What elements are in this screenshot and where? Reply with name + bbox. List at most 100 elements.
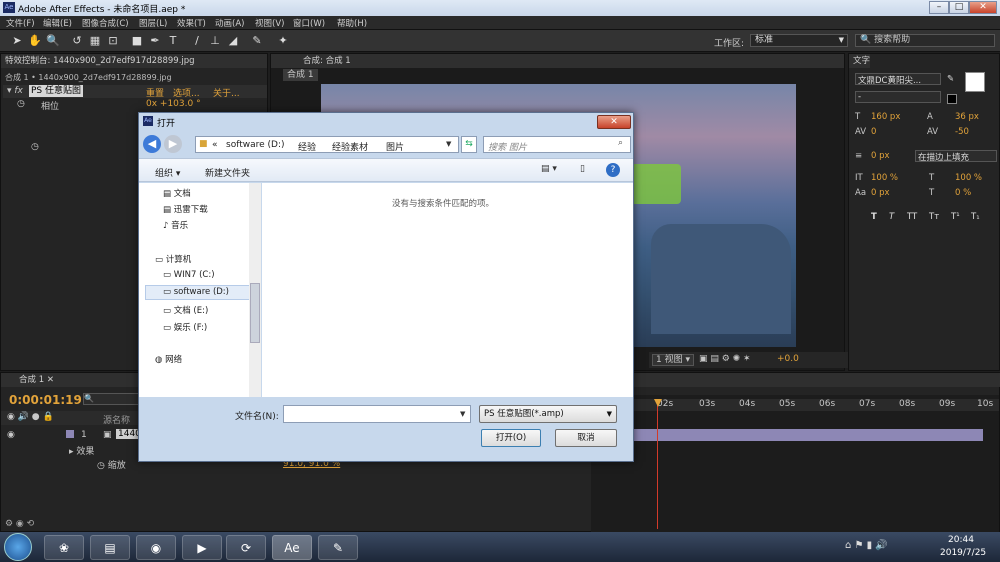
- vertical-scale-value[interactable]: 100 %: [871, 173, 898, 183]
- leading-value[interactable]: 36 px: [955, 112, 979, 122]
- nav-documents[interactable]: ▤ 文档: [163, 187, 191, 199]
- comp-subtab[interactable]: 合成 1: [283, 69, 318, 81]
- workspace-select[interactable]: 标准 ▼: [750, 34, 848, 47]
- camera-tool-icon[interactable]: ▦: [88, 34, 102, 48]
- menu-effect[interactable]: 效果(T): [177, 17, 206, 29]
- view-count-select[interactable]: 1 视图 ▾: [652, 354, 694, 366]
- small-caps-button[interactable]: Tт: [929, 212, 939, 222]
- text-panel-tab[interactable]: 文字: [849, 54, 871, 68]
- baseline-value[interactable]: 0 px: [871, 188, 890, 198]
- menu-animation[interactable]: 动画(A): [215, 17, 244, 29]
- timeline-search-input[interactable]: 🔍: [83, 393, 143, 405]
- rotate-tool-icon[interactable]: ↺: [70, 34, 84, 48]
- tray-icons[interactable]: ⌂ ⚑ ▮ 🔊: [845, 540, 888, 551]
- tsume-value[interactable]: 0 %: [955, 188, 971, 198]
- nav-computer[interactable]: ▭ 计算机: [155, 253, 191, 265]
- puppet-tool-icon[interactable]: ✦: [276, 34, 290, 48]
- faux-bold-button[interactable]: T: [871, 212, 877, 222]
- clone-tool-icon[interactable]: ⊥: [208, 34, 222, 48]
- stroke-type-select[interactable]: 在描边上填充: [915, 150, 997, 163]
- nav-music[interactable]: ♪ 音乐: [163, 219, 188, 231]
- nav-drive-f[interactable]: ▭ 娱乐 (F:): [163, 321, 207, 333]
- filename-input[interactable]: ▼: [283, 405, 471, 423]
- menu-help[interactable]: 帮助(H): [337, 17, 367, 29]
- organize-button[interactable]: 组织 ▾: [155, 166, 180, 179]
- path-segment-sucai[interactable]: 经验素材: [332, 140, 368, 153]
- maximize-button[interactable]: □: [949, 1, 969, 14]
- menu-edit[interactable]: 编辑(E): [43, 17, 72, 29]
- chevron-down-icon[interactable]: ▼: [446, 140, 451, 148]
- composition-panel-tab[interactable]: 合成: 合成 1: [271, 54, 844, 68]
- timeline-bottom-icons[interactable]: ⚙ ◉ ⟲: [5, 519, 34, 529]
- start-button[interactable]: [4, 533, 32, 561]
- pen-tool-icon[interactable]: ✒: [148, 34, 162, 48]
- file-list-area[interactable]: 没有与搜索条件匹配的项。: [262, 183, 633, 397]
- font-size-value[interactable]: 160 px: [871, 112, 900, 122]
- taskbar-firefox-icon[interactable]: ◉: [136, 535, 176, 560]
- back-button[interactable]: ◀: [143, 135, 161, 153]
- cancel-button[interactable]: 取消: [555, 429, 617, 447]
- path-overflow[interactable]: «: [212, 140, 218, 150]
- subscript-button[interactable]: T₁: [971, 212, 980, 222]
- hand-tool-icon[interactable]: ✋: [28, 34, 42, 48]
- effect-options-link[interactable]: 选项...: [173, 86, 200, 99]
- stroke-width-value[interactable]: 0 px: [871, 151, 890, 161]
- taskbar-app-icon[interactable]: ▶: [182, 535, 222, 560]
- taskbar-explorer-icon[interactable]: ▤: [90, 535, 130, 560]
- phase-value[interactable]: 0x +103.0 °: [146, 99, 201, 109]
- effects-group-row[interactable]: ▸ 效果: [69, 444, 94, 457]
- font-family-select[interactable]: 文鼎DC黄阳尖...: [855, 73, 941, 86]
- faux-italic-button[interactable]: T: [889, 212, 894, 222]
- av-switches-icons[interactable]: ◉ 🔊 ● 🔒: [7, 412, 54, 422]
- nav-drive-e[interactable]: ▭ 文档 (E:): [163, 304, 208, 316]
- nav-thunder-downloads[interactable]: ▤ 迅雷下载: [163, 203, 208, 215]
- stopwatch-icon[interactable]: ◷: [17, 99, 25, 109]
- zoom-tool-icon[interactable]: 🔍: [46, 34, 60, 48]
- help-icon[interactable]: ?: [606, 163, 620, 177]
- nav-drive-d[interactable]: ▭ software (D:): [163, 287, 229, 297]
- scale-row[interactable]: ◷ 缩放: [97, 458, 126, 471]
- taskbar-after-effects-icon[interactable]: Ae: [272, 535, 312, 560]
- fill-color-swatch[interactable]: [965, 72, 985, 92]
- nav-network[interactable]: ◍ 网络: [155, 353, 182, 365]
- close-button[interactable]: ✕: [969, 1, 997, 14]
- exposure-value[interactable]: +0.0: [777, 354, 799, 364]
- file-type-select[interactable]: PS 任意贴图(*.amp) ▼: [479, 405, 617, 423]
- layer-label-color[interactable]: [66, 430, 74, 438]
- horizontal-scale-value[interactable]: 100 %: [955, 173, 982, 183]
- effect-reset-link[interactable]: 重置: [146, 86, 164, 99]
- visibility-eye-icon[interactable]: ◉: [7, 430, 15, 440]
- fx-icon[interactable]: ▾ fx: [7, 86, 23, 96]
- effects-panel-tab[interactable]: 特效控制台: 1440x900_2d7edf917d28899.jpg: [1, 54, 267, 68]
- timecode-display[interactable]: 0:00:01:19: [9, 393, 82, 407]
- forward-button[interactable]: ▶: [164, 135, 182, 153]
- type-tool-icon[interactable]: T: [166, 34, 180, 48]
- all-caps-button[interactable]: TT: [907, 212, 917, 222]
- timeline-graph-area[interactable]: 02s 03s 04s 05s 06s 07s 08s 09s 10s: [591, 395, 999, 533]
- address-bar[interactable]: ■ « software (D:) 经验 经验素材 图片 ▼: [195, 136, 459, 153]
- menu-window[interactable]: 窗口(W): [293, 17, 325, 29]
- nav-scroll-thumb[interactable]: [250, 283, 260, 343]
- time-ruler[interactable]: 02s 03s 04s 05s 06s 07s 08s 09s 10s: [591, 399, 999, 411]
- font-style-select[interactable]: -: [855, 91, 941, 103]
- taskbar-notes-icon[interactable]: ✎: [318, 535, 358, 560]
- menu-file[interactable]: 文件(F): [6, 17, 35, 29]
- help-search-field[interactable]: 🔍 搜索帮助: [855, 34, 995, 47]
- tracking-value[interactable]: -50: [955, 127, 969, 137]
- new-folder-button[interactable]: 新建文件夹: [205, 166, 250, 179]
- kerning-value[interactable]: 0: [871, 127, 876, 137]
- taskbar-browser-icon[interactable]: ⟳: [226, 535, 266, 560]
- brush-tool-icon[interactable]: /: [190, 34, 204, 48]
- eraser-tool-icon[interactable]: ◢: [226, 34, 240, 48]
- playhead[interactable]: [657, 399, 658, 529]
- nav-drive-c[interactable]: ▭ WIN7 (C:): [163, 270, 215, 280]
- stroke-color-swatch[interactable]: [947, 94, 957, 104]
- selection-tool-icon[interactable]: ➤: [10, 34, 24, 48]
- dialog-close-button[interactable]: ✕: [597, 115, 631, 129]
- path-segment-jingyan[interactable]: 经验: [298, 140, 316, 153]
- preview-pane-icon[interactable]: ▯: [580, 164, 585, 174]
- phase-dial-icon[interactable]: ◷: [31, 142, 39, 152]
- menu-composition[interactable]: 图像合成(C): [82, 17, 129, 29]
- open-button[interactable]: 打开(O): [481, 429, 541, 447]
- superscript-button[interactable]: T¹: [951, 212, 960, 222]
